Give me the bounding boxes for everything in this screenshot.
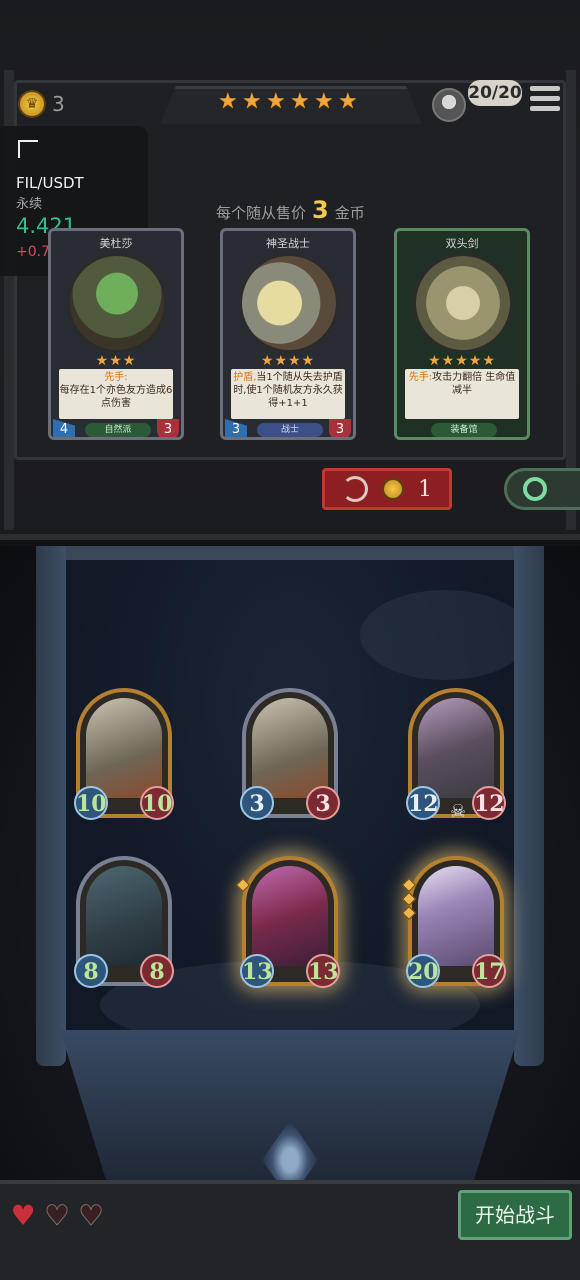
desc-keyword: 先手: xyxy=(104,372,128,383)
board-frame-left xyxy=(36,546,66,1066)
card-description: 先手: 每存在1个亦色友方造成6点伤害 xyxy=(59,369,173,419)
life-hearts: ♥ ♥ ♥ xyxy=(8,1199,106,1232)
cloud-decoration xyxy=(360,590,530,680)
minion-attack: 20 xyxy=(406,954,440,988)
star-icon: ★ xyxy=(314,89,334,114)
minion-health: 12 xyxy=(472,786,506,820)
card-stars: ★★★★★ xyxy=(428,353,496,369)
desc-text: 每存在1个亦色友方造成6点伤害 xyxy=(59,385,173,409)
gold-coin-icon: ♛ xyxy=(18,90,46,118)
desc-text: 攻击力翻倍 生命值减半 xyxy=(432,372,516,396)
population-badge: 20/20 xyxy=(468,80,522,106)
heart-icon: ♥ xyxy=(44,1199,70,1232)
minion-attack: 3 xyxy=(240,786,274,820)
minion-health: 10 xyxy=(140,786,174,820)
card-title: 双头剑 xyxy=(445,237,479,250)
minion-card[interactable]: ☠ 12 12 xyxy=(406,688,506,822)
skull-icon: ☠ xyxy=(450,801,467,822)
board-top-frame xyxy=(36,546,544,560)
ticker-contract-type: 永续 xyxy=(16,197,43,212)
card-tribe-tag: 自然派 xyxy=(85,423,151,437)
star-icon: ★ xyxy=(290,89,310,114)
card-description: 先手:攻击力翻倍 生命值减半 xyxy=(405,369,519,419)
minion-health: 17 xyxy=(472,954,506,988)
card-tribe-tag: 战士 xyxy=(257,423,323,437)
minion-card[interactable]: 20 17 xyxy=(401,856,506,988)
refresh-icon xyxy=(342,476,368,502)
card-stars: ★★★ xyxy=(95,353,137,369)
search-icon xyxy=(523,477,547,501)
refresh-shop-button[interactable]: 1 xyxy=(322,468,452,510)
minion-art xyxy=(418,698,494,798)
refresh-cost: 1 xyxy=(418,476,432,502)
card-title: 美杜莎 xyxy=(99,237,133,250)
card-stars: ★★★★ xyxy=(260,353,316,369)
minion-health: 3 xyxy=(306,786,340,820)
desc-keyword: 护盾, xyxy=(233,372,257,383)
card-health: 3 xyxy=(329,419,351,437)
shop-card[interactable]: 神圣战士 ★★★★ 护盾,当1个随从失去护盾时,使1个随机友方永久获得+1+1 … xyxy=(220,228,356,440)
card-title: 神圣战士 xyxy=(266,237,310,250)
sell-suffix: 金币 xyxy=(334,204,365,222)
card-description: 护盾,当1个随从失去护盾时,使1个随机友方永久获得+1+1 xyxy=(231,369,345,419)
sell-price-info: 每个随从售价 3 金币 xyxy=(216,196,365,224)
medusa-portrait xyxy=(67,253,167,353)
holy-warrior-portrait xyxy=(239,253,339,353)
player-avatar[interactable] xyxy=(432,88,466,122)
star-icon: ★ xyxy=(242,89,262,114)
card-tribe-tag: 装备馆 xyxy=(431,423,497,437)
search-button[interactable] xyxy=(504,468,580,510)
shop-card[interactable]: 美杜莎 ★★★ 先手: 每存在1个亦色友方造成6点伤害 自然派 4 3 xyxy=(48,228,184,440)
minion-health: 13 xyxy=(306,954,340,988)
minion-card[interactable]: 10 10 xyxy=(74,688,174,820)
desc-keyword: 先手: xyxy=(408,372,433,383)
minion-art xyxy=(86,866,162,966)
minion-art xyxy=(252,866,328,966)
board-frame-right xyxy=(514,546,544,1066)
minion-attack: 12 xyxy=(406,786,440,820)
minion-card[interactable]: 3 3 xyxy=(240,688,340,820)
ticker-pair: FIL/USDT xyxy=(16,174,84,192)
upgrade-pips xyxy=(401,877,417,921)
minion-attack: 10 xyxy=(74,786,108,820)
card-attack: 4 xyxy=(53,419,75,437)
card-health: 3 xyxy=(157,419,179,437)
sell-price: 3 xyxy=(312,196,329,224)
shop-card[interactable]: 双头剑 ★★★★★ 先手:攻击力翻倍 生命值减半 装备馆 xyxy=(394,228,530,440)
upgrade-pips xyxy=(235,877,251,893)
twin-blade-portrait xyxy=(413,253,513,353)
minion-health: 8 xyxy=(140,954,174,988)
star-icon: ★ xyxy=(218,89,238,114)
card-attack: 3 xyxy=(225,419,247,437)
minion-attack: 8 xyxy=(74,954,108,988)
collapse-icon[interactable] xyxy=(18,140,38,158)
menu-icon[interactable] xyxy=(530,86,560,114)
star-icon: ★ xyxy=(338,89,358,114)
star-icon: ★ xyxy=(266,89,286,114)
heart-icon: ♥ xyxy=(78,1199,104,1232)
gold-coin-icon xyxy=(382,478,404,500)
shop-frame-right xyxy=(566,70,576,530)
minion-art xyxy=(252,698,328,798)
heart-icon: ♥ xyxy=(10,1199,36,1232)
minion-card[interactable]: 13 13 xyxy=(235,856,340,988)
sell-prefix: 每个随从售价 xyxy=(216,204,307,222)
gold-count: 3 xyxy=(52,92,65,116)
tavern-tier-stars[interactable]: ★ ★ ★ ★ ★ ★ xyxy=(218,89,358,114)
minion-art xyxy=(418,866,494,966)
minion-attack: 13 xyxy=(240,954,274,988)
start-battle-button[interactable]: 开始战斗 xyxy=(458,1190,572,1240)
minion-art xyxy=(86,698,162,798)
minion-card[interactable]: 8 8 xyxy=(74,856,174,988)
